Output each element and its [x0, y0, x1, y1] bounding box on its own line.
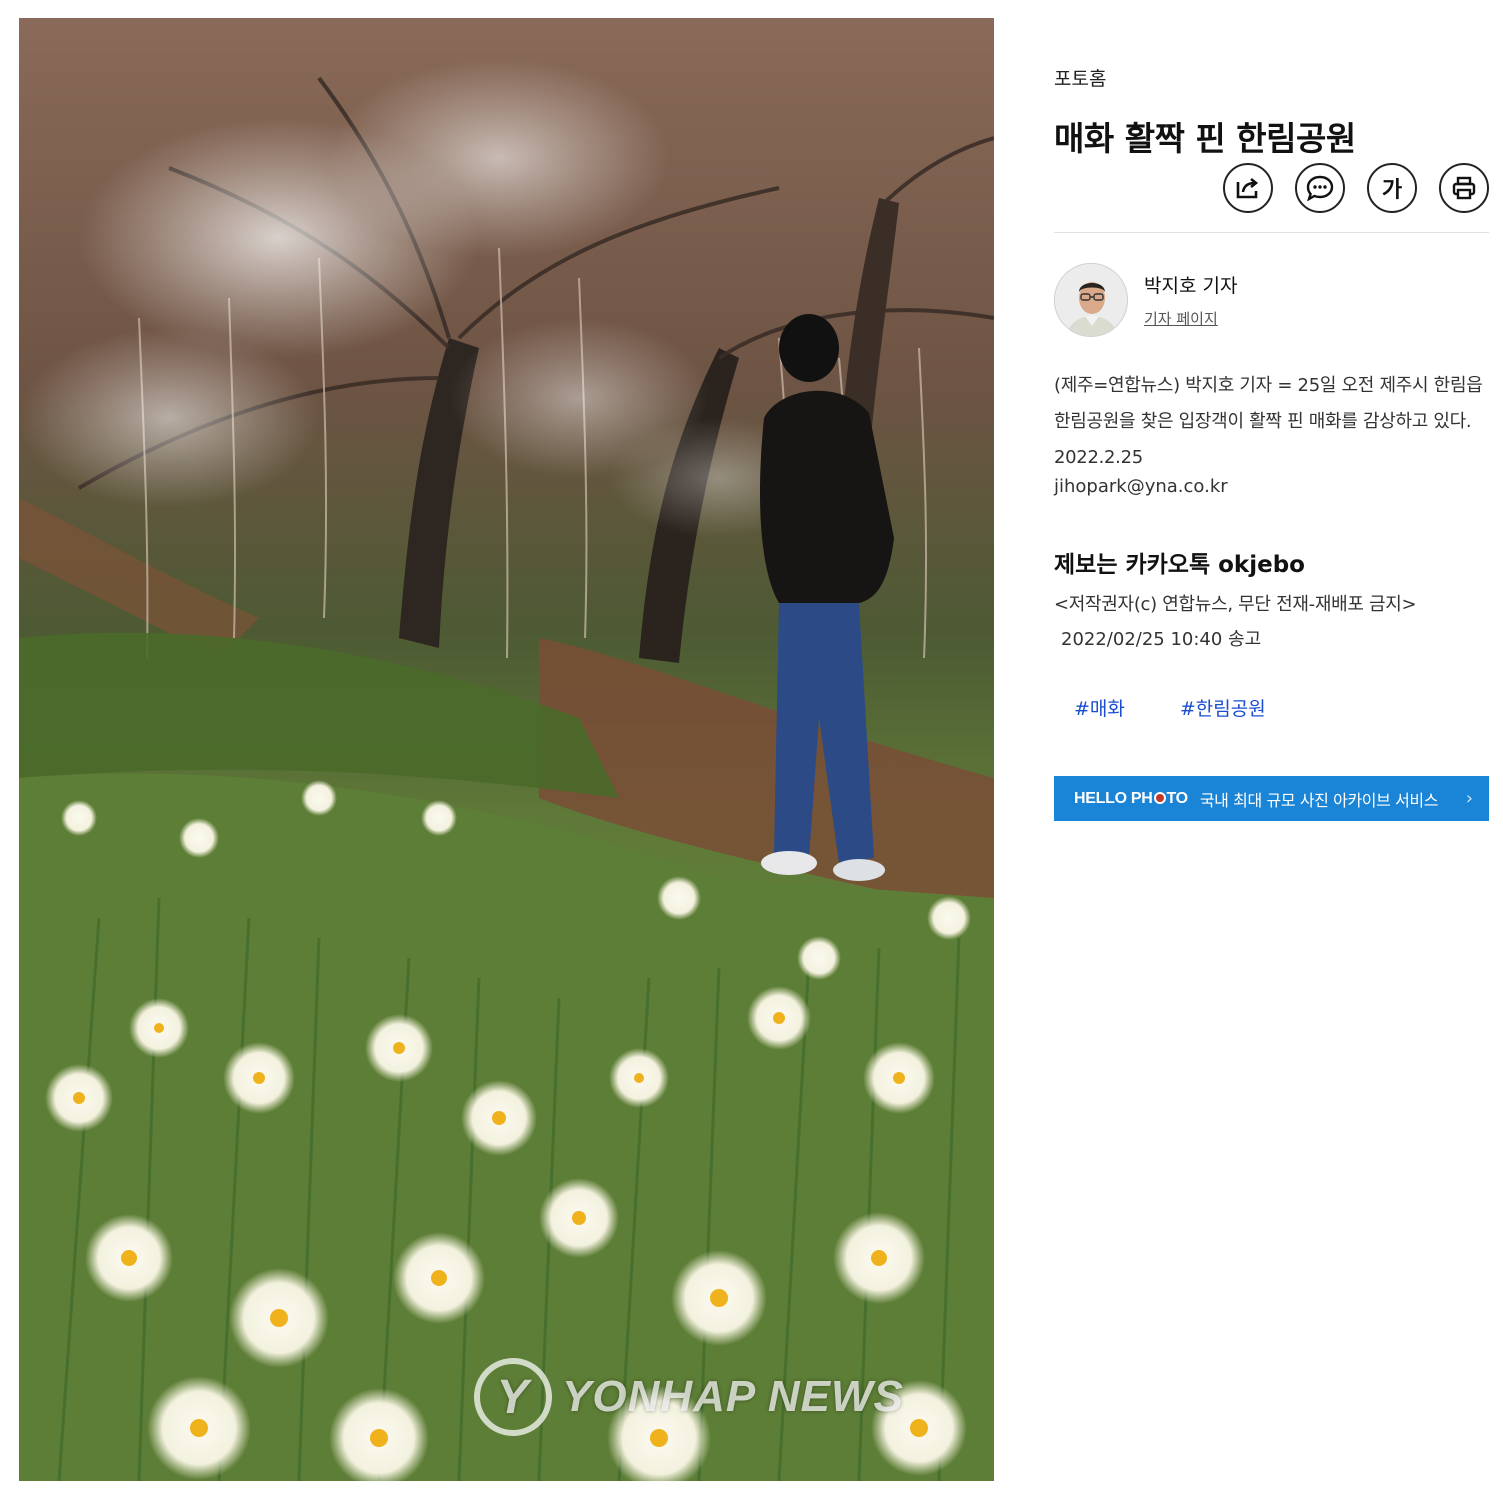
banner-brand-prefix: HELLO PH [1074, 789, 1153, 807]
reporter-photo [1055, 264, 1127, 336]
hello-photo-banner[interactable]: HELLO PH TO 국내 최대 규모 사진 아카이브 서비스 › [1054, 776, 1489, 821]
banner-brand: HELLO PH TO [1074, 790, 1188, 808]
print-icon [1452, 176, 1476, 200]
font-size-icon: 가 [1381, 178, 1403, 203]
banner-description: 국내 최대 규모 사진 아카이브 서비스 [1199, 790, 1439, 810]
article-toolbar: 가 [1223, 163, 1489, 213]
share-icon [1236, 177, 1259, 199]
comment-button[interactable] [1295, 163, 1345, 213]
banner-brand-suffix: TO [1166, 789, 1189, 807]
print-button[interactable] [1439, 163, 1489, 213]
reporter-info: 박지호 기자 기자 페이지 [1144, 271, 1237, 329]
reporter-name: 박지호 기자 [1144, 275, 1238, 297]
copyright-notice: <저작권자(c) 연합뉴스, 무단 전재-재배포 금지> [1054, 594, 1417, 615]
avatar[interactable] [1054, 263, 1128, 337]
font-size-button[interactable]: 가 [1367, 163, 1417, 213]
tag-list: #매화 #한림공원 [1074, 694, 1266, 721]
watermark-text: YONHAP NEWS [562, 1372, 904, 1421]
camera-lens-icon [1153, 791, 1166, 804]
reporter-email: jihopark@yna.co.kr [1054, 476, 1228, 497]
article-photo[interactable]: Y YONHAP NEWS [19, 18, 994, 1481]
reporter-page-link[interactable]: 기자 페이지 [1144, 308, 1237, 329]
divider [1054, 232, 1489, 233]
section-label[interactable]: 포토홈 [1054, 64, 1106, 91]
comment-icon [1306, 175, 1334, 201]
yonhap-logo: Y [474, 1358, 552, 1436]
reporter-card: 박지호 기자 기자 페이지 [1054, 263, 1237, 337]
sent-timestamp: 2022/02/25 10:40 송고 [1061, 629, 1262, 650]
watermark: Y YONHAP NEWS [474, 1358, 904, 1436]
tag-link[interactable]: #매화 [1074, 694, 1125, 721]
photo-scene [19, 18, 994, 1481]
chevron-right-icon: › [1465, 788, 1473, 809]
share-button[interactable] [1223, 163, 1273, 213]
page-title: 매화 활짝 핀 한림공원 [1054, 119, 1356, 158]
article-body: (제주=연합뉴스) 박지호 기자 = 25일 오전 제주시 한림읍 한림공원을 … [1054, 375, 1483, 468]
tip-line: 제보는 카카오톡 okjebo [1054, 552, 1305, 578]
tag-link[interactable]: #한림공원 [1180, 694, 1266, 721]
